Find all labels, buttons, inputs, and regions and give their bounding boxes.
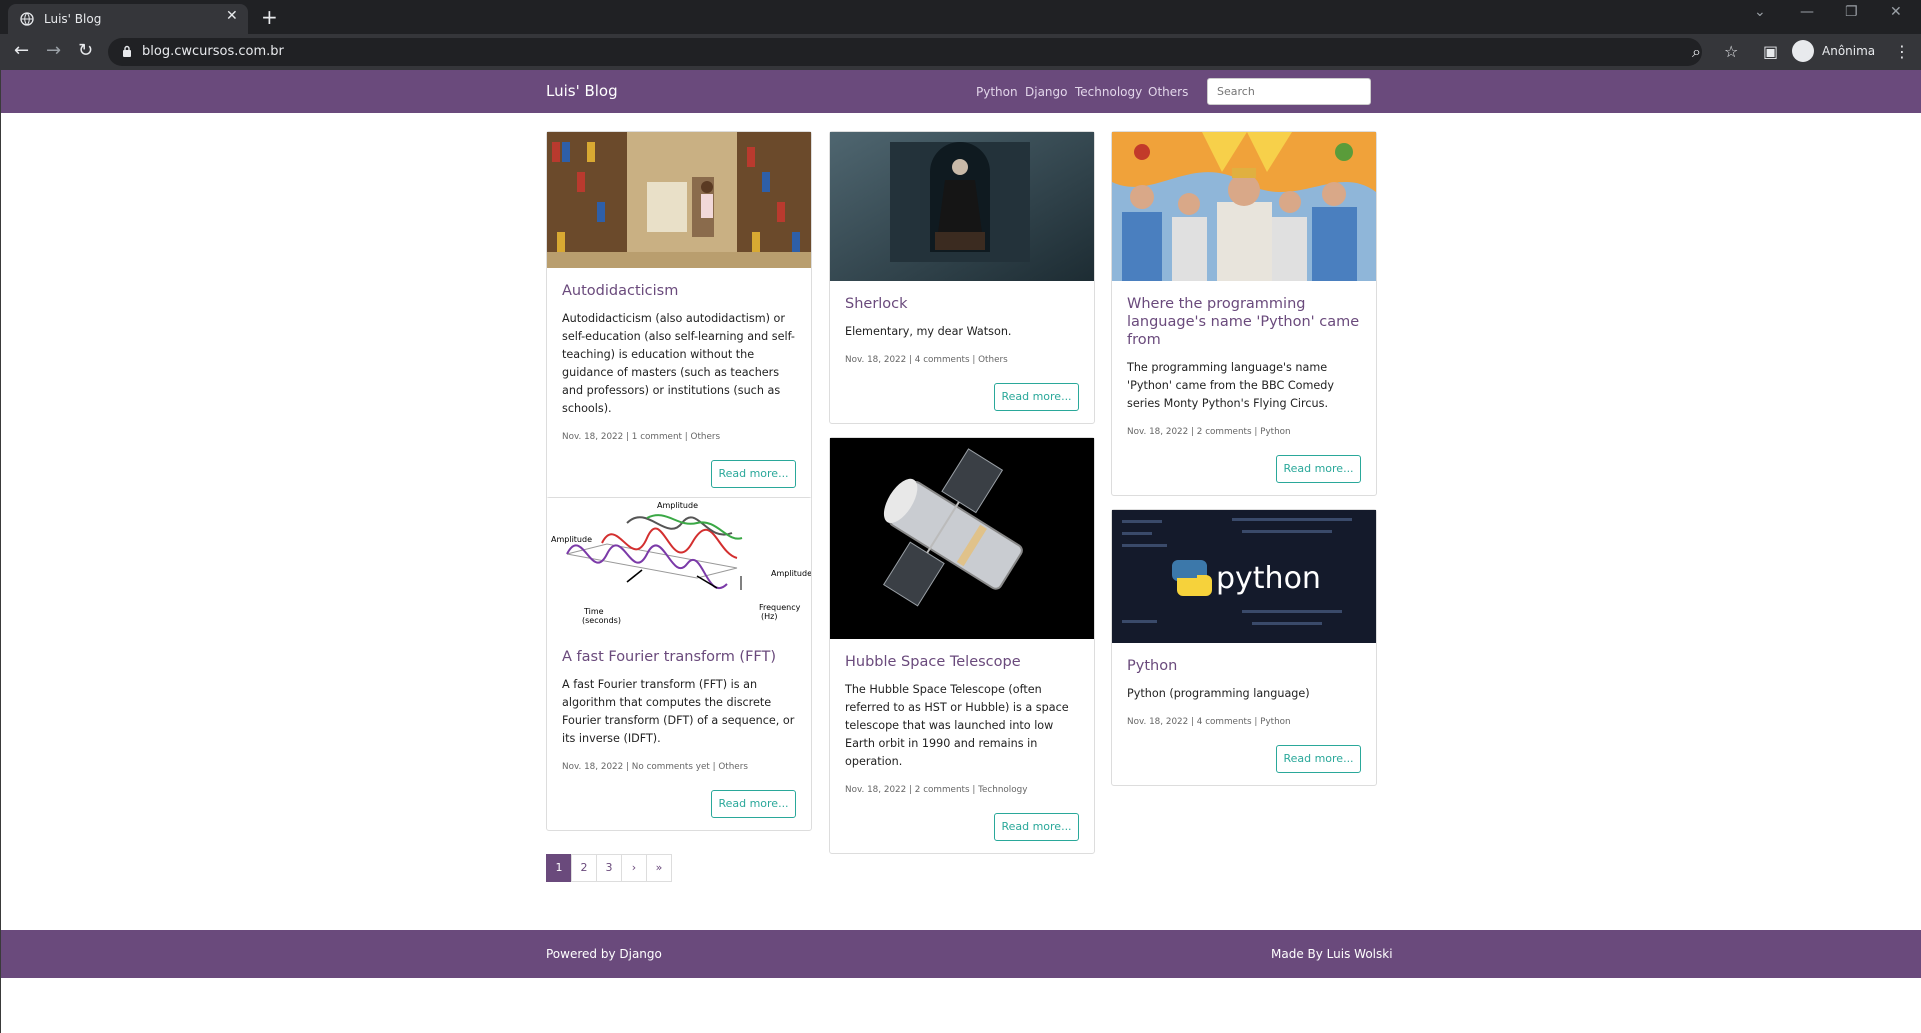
fft-label-amplitude-left: Amplitude — [551, 535, 592, 544]
site-footer: Powered by Django Made By Luis Wolski — [1, 930, 1921, 978]
nav-link-django[interactable]: Django — [1025, 85, 1068, 99]
profile-label: Anônima — [1822, 44, 1876, 58]
footer-powered-by: Powered by Django — [546, 947, 662, 961]
read-more-button[interactable]: Read more... — [1276, 455, 1361, 483]
site-navbar: Luis' Blog Python Django Technology Othe… — [1, 70, 1921, 113]
post-meta: Nov. 18, 2022 | 2 comments | Technology — [845, 785, 1028, 795]
post-excerpt: Elementary, my dear Watson. — [845, 325, 1012, 338]
back-arrow-icon[interactable]: ← — [14, 42, 29, 60]
fft-label-amplitude-top: Amplitude — [657, 501, 698, 510]
post-image-fft[interactable]: Amplitude Amplitude Amplitude Time (seco… — [547, 498, 811, 634]
nav-link-python[interactable]: Python — [976, 85, 1018, 99]
post-meta: Nov. 18, 2022 | 1 comment | Others — [562, 432, 721, 442]
nav-link-others[interactable]: Others — [1148, 85, 1188, 99]
post-card: Where the programming language's name 'P… — [1111, 131, 1377, 496]
globe-icon — [20, 12, 34, 26]
restore-icon[interactable]: ❐ — [1845, 4, 1858, 20]
page-1-link[interactable]: 1 — [546, 854, 572, 882]
address-bar[interactable]: blog.cwcursos.com.br — [108, 38, 1702, 66]
page-2-link[interactable]: 2 — [571, 854, 597, 882]
post-image-library[interactable] — [547, 132, 811, 268]
new-tab-button[interactable]: + — [261, 5, 278, 29]
tab-search-icon[interactable]: ⌄ — [1754, 4, 1766, 20]
fft-label-time: Time — [583, 607, 604, 616]
incognito-icon — [1792, 40, 1814, 62]
last-page-link[interactable]: » — [646, 854, 672, 882]
post-title[interactable]: Hubble Space Telescope — [845, 653, 1079, 671]
page-3-link[interactable]: 3 — [596, 854, 622, 882]
web-page: Luis' Blog Python Django Technology Othe… — [0, 70, 1921, 1033]
fft-label-hz: (Hz) — [761, 612, 777, 621]
post-image-monty-python[interactable] — [1112, 132, 1376, 281]
python-wordmark: python — [1216, 561, 1321, 596]
close-window-icon[interactable]: ✕ — [1890, 4, 1902, 20]
post-excerpt: Autodidacticism (also autodidactism) or … — [562, 312, 795, 415]
search-input[interactable] — [1207, 78, 1371, 105]
fft-label-amplitude-right: Amplitude — [771, 569, 811, 578]
post-card: Amplitude Amplitude Amplitude Time (seco… — [546, 497, 812, 831]
reload-icon[interactable]: ↻ — [78, 42, 93, 60]
post-excerpt: The Hubble Space Telescope (often referr… — [845, 683, 1069, 768]
close-tab-icon[interactable]: ✕ — [226, 8, 238, 24]
star-icon[interactable]: ☆ — [1724, 42, 1738, 61]
profile-button[interactable]: Anônima — [1792, 40, 1900, 64]
post-card: python Python Python (programming langua… — [1111, 509, 1377, 786]
post-meta: Nov. 18, 2022 | 4 comments | Others — [845, 355, 1008, 365]
browser-tab[interactable]: Luis' Blog ✕ — [8, 4, 248, 34]
read-more-button[interactable]: Read more... — [1276, 745, 1361, 773]
post-meta: Nov. 18, 2022 | 4 comments | Python — [1127, 717, 1291, 727]
fft-label-seconds: (seconds) — [582, 616, 621, 625]
forward-arrow-icon[interactable]: → — [46, 42, 61, 60]
post-image-sherlock[interactable] — [830, 132, 1094, 281]
lock-icon — [123, 45, 131, 57]
post-excerpt: Python (programming language) — [1127, 687, 1310, 700]
browser-toolbar: ← → ↻ blog.cwcursos.com.br ⌕ ☆ ▣ Anônima… — [0, 34, 1921, 70]
post-title[interactable]: A fast Fourier transform (FFT) — [562, 648, 796, 666]
minimize-icon[interactable]: — — [1800, 4, 1814, 20]
menu-dots-icon[interactable]: ⋮ — [1894, 42, 1910, 61]
post-card: Sherlock Elementary, my dear Watson. Nov… — [829, 131, 1095, 424]
next-page-link[interactable]: › — [621, 854, 647, 882]
read-more-button[interactable]: Read more... — [711, 790, 796, 818]
post-title[interactable]: Python — [1127, 657, 1361, 675]
url-text: blog.cwcursos.com.br — [142, 44, 284, 59]
side-panel-icon[interactable]: ▣ — [1763, 42, 1778, 61]
post-card: Hubble Space Telescope The Hubble Space … — [829, 437, 1095, 854]
post-meta: Nov. 18, 2022 | No comments yet | Others — [562, 762, 748, 772]
footer-made-by: Made By Luis Wolski — [1271, 947, 1393, 961]
post-title[interactable]: Sherlock — [845, 295, 1079, 313]
post-excerpt: A fast Fourier transform (FFT) is an alg… — [562, 678, 795, 745]
post-image-python-logo[interactable]: python — [1112, 510, 1376, 643]
post-card: Autodidacticism Autodidacticism (also au… — [546, 131, 812, 501]
read-more-button[interactable]: Read more... — [994, 813, 1079, 841]
browser-tab-strip: Luis' Blog ✕ + ⌄ — ❐ ✕ — [0, 0, 1921, 34]
post-meta: Nov. 18, 2022 | 2 comments | Python — [1127, 427, 1291, 437]
post-title[interactable]: Where the programming language's name 'P… — [1127, 295, 1361, 349]
read-more-button[interactable]: Read more... — [994, 383, 1079, 411]
post-title[interactable]: Autodidacticism — [562, 282, 796, 300]
zoom-icon[interactable]: ⌕ — [1692, 42, 1701, 62]
read-more-button[interactable]: Read more... — [711, 460, 796, 488]
post-excerpt: The programming language's name 'Python'… — [1127, 361, 1335, 410]
nav-link-technology[interactable]: Technology — [1075, 85, 1142, 99]
site-brand[interactable]: Luis' Blog — [546, 82, 618, 100]
fft-label-frequency: Frequency — [759, 603, 801, 612]
post-image-hubble[interactable] — [830, 438, 1094, 639]
tab-title: Luis' Blog — [44, 12, 102, 26]
